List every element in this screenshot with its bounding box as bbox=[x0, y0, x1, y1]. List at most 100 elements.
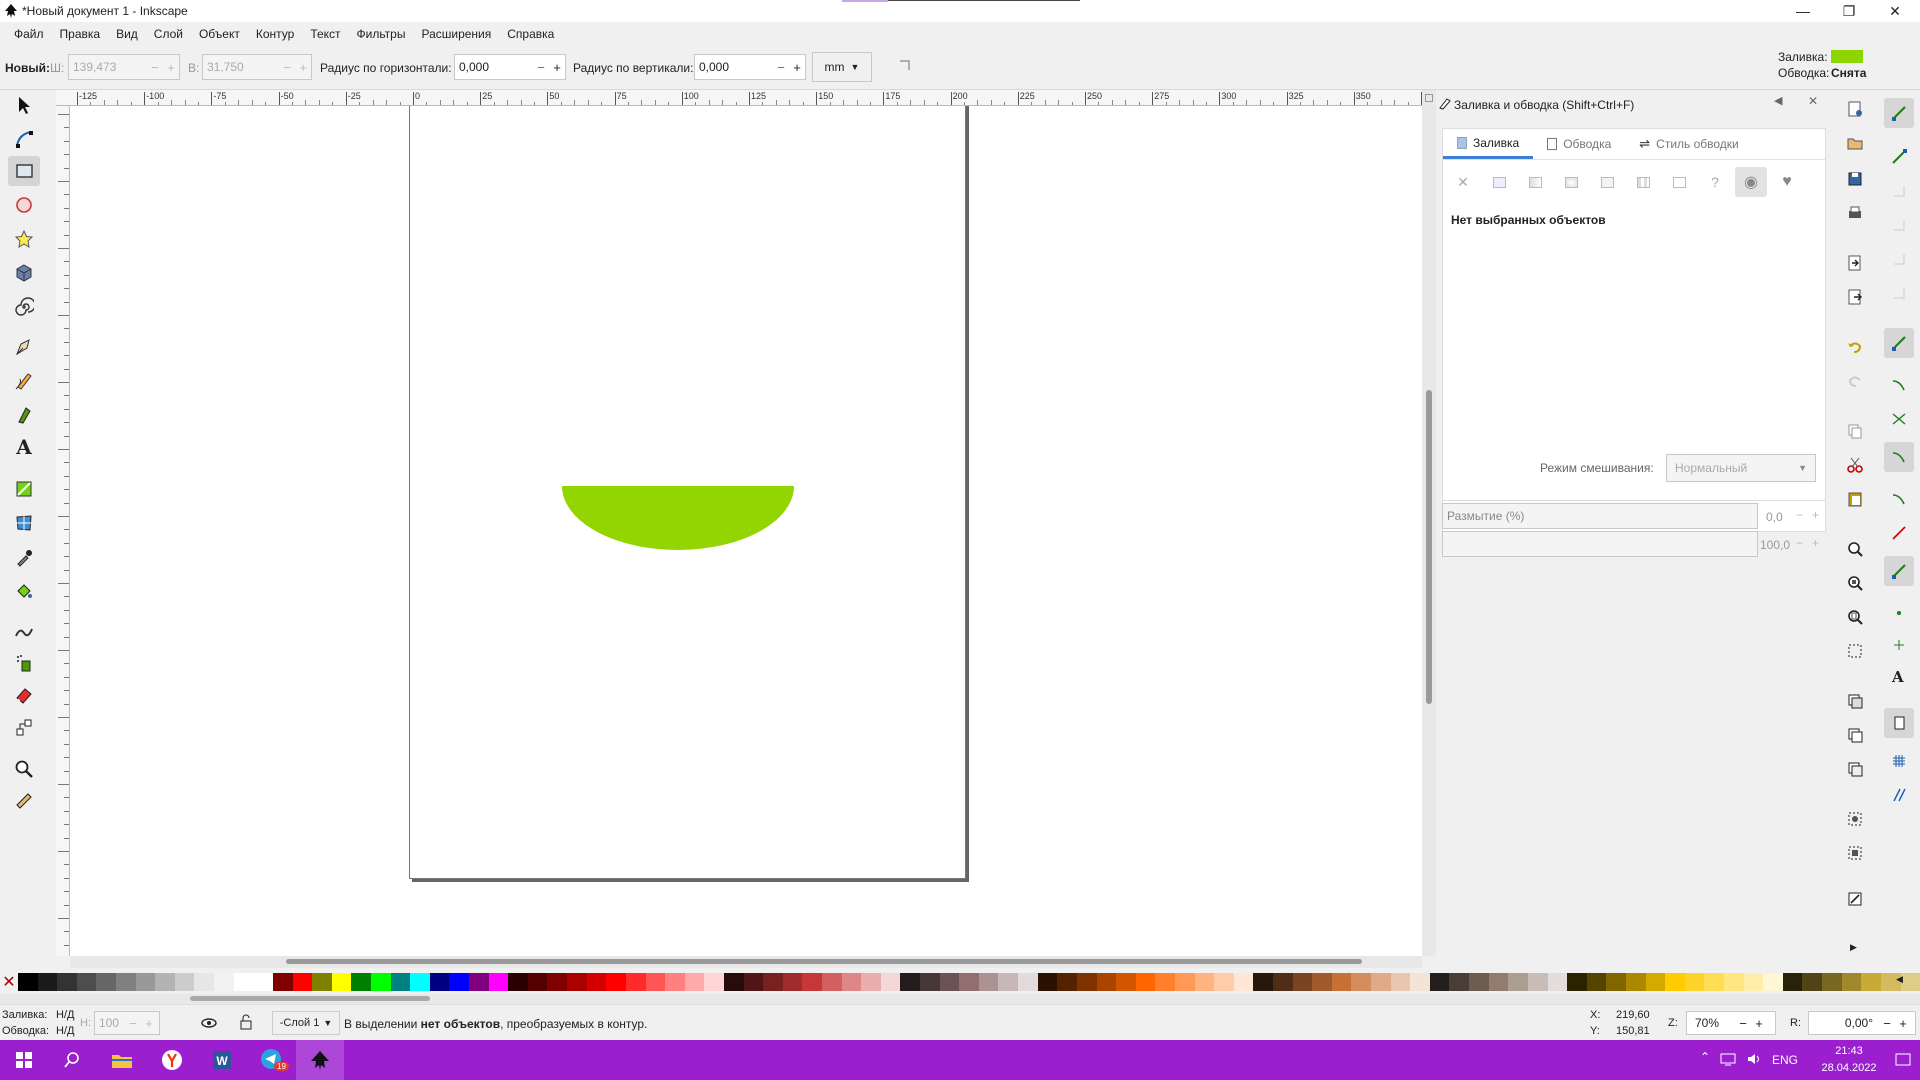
palette-swatch[interactable] bbox=[939, 973, 960, 991]
width-field[interactable]: 139,473 − + bbox=[68, 54, 180, 80]
palette-swatch[interactable] bbox=[1469, 973, 1489, 991]
menu-extensions[interactable]: Расширения bbox=[413, 22, 499, 46]
dropper-tool[interactable] bbox=[8, 542, 40, 572]
scroll-corner-icon[interactable] bbox=[1425, 94, 1433, 102]
group-icon[interactable] bbox=[1846, 810, 1864, 828]
palette-swatch[interactable] bbox=[429, 973, 450, 991]
snap-bbox-edges-icon[interactable] bbox=[1890, 182, 1908, 200]
palette-swatch[interactable] bbox=[155, 973, 175, 991]
tweak-tool[interactable] bbox=[8, 616, 40, 646]
palette-swatch[interactable] bbox=[527, 973, 548, 991]
pattern-button[interactable] bbox=[1627, 167, 1659, 197]
mesh-tool[interactable] bbox=[8, 508, 40, 538]
print-icon[interactable] bbox=[1846, 204, 1864, 222]
network-icon[interactable] bbox=[1720, 1052, 1736, 1066]
palette-swatch[interactable] bbox=[841, 973, 862, 991]
palette-swatch[interactable] bbox=[665, 973, 685, 991]
reset-corners-icon[interactable] bbox=[898, 58, 912, 72]
palette-swatch[interactable] bbox=[1351, 973, 1372, 991]
rx-field[interactable]: 0,000 − + bbox=[454, 54, 566, 80]
close-button[interactable]: ✕ bbox=[1872, 0, 1918, 22]
snap-guides-icon[interactable] bbox=[1890, 786, 1908, 804]
palette-swatch[interactable] bbox=[547, 973, 568, 991]
palette-swatch[interactable] bbox=[1174, 973, 1195, 991]
palette-menu-icon[interactable]: ◀ bbox=[1896, 974, 1903, 985]
tray-chevron-icon[interactable]: ⌃ bbox=[1700, 1050, 1710, 1064]
zoom-selection-icon[interactable] bbox=[1846, 540, 1864, 558]
palette-swatch[interactable] bbox=[1645, 973, 1666, 991]
palette-swatch[interactable] bbox=[1273, 973, 1293, 991]
palette-swatch[interactable] bbox=[449, 973, 470, 991]
notifications-icon[interactable] bbox=[1894, 1052, 1912, 1068]
calligraphy-tool[interactable] bbox=[8, 400, 40, 430]
mesh-gradient-button[interactable] bbox=[1591, 167, 1623, 197]
palette-swatch[interactable] bbox=[1116, 973, 1136, 991]
volume-icon[interactable] bbox=[1746, 1052, 1762, 1066]
palette-swatch[interactable] bbox=[469, 973, 489, 991]
tab-fill[interactable]: Заливка bbox=[1443, 129, 1534, 159]
yandex-browser-button[interactable] bbox=[148, 1040, 196, 1080]
layer-select[interactable]: -Слой 1 ▼ bbox=[272, 1011, 340, 1035]
snap-cusp-button[interactable] bbox=[1884, 442, 1914, 472]
palette-swatch[interactable] bbox=[900, 973, 921, 991]
redo-icon[interactable] bbox=[1846, 372, 1864, 390]
snap-intersections-icon[interactable] bbox=[1890, 410, 1908, 428]
minus-icon[interactable]: − bbox=[147, 60, 163, 75]
eraser-tool[interactable] bbox=[8, 680, 40, 710]
connector-tool[interactable] bbox=[8, 712, 40, 742]
palette-swatch[interactable] bbox=[704, 973, 724, 991]
tab-stroke-style[interactable]: ⇌ Стиль обводки bbox=[1625, 129, 1753, 159]
height-field[interactable]: 31,750 − + bbox=[202, 54, 312, 80]
palette-swatch[interactable] bbox=[1684, 973, 1705, 991]
palette-swatch[interactable] bbox=[1312, 973, 1332, 991]
linear-gradient-button[interactable] bbox=[1519, 167, 1551, 197]
palette-swatch[interactable] bbox=[1135, 973, 1156, 991]
palette-swatch[interactable] bbox=[76, 973, 97, 991]
palette-swatch[interactable] bbox=[1900, 973, 1920, 991]
copy-icon[interactable] bbox=[1846, 422, 1864, 440]
layer-lock-icon[interactable] bbox=[238, 1013, 254, 1031]
palette-swatch[interactable] bbox=[1567, 973, 1587, 991]
zoom-tool[interactable] bbox=[8, 754, 40, 784]
half-ellipse-path[interactable] bbox=[562, 486, 794, 550]
palette-swatch[interactable] bbox=[1586, 973, 1607, 991]
menu-help[interactable]: Справка bbox=[499, 22, 562, 46]
minus-icon[interactable]: − bbox=[1796, 508, 1803, 522]
inkscape-taskbar-button[interactable] bbox=[296, 1040, 344, 1080]
snap-object-center-icon[interactable] bbox=[1890, 604, 1908, 622]
minus-icon[interactable]: − bbox=[1735, 1016, 1751, 1031]
horizontal-scrollbar[interactable] bbox=[70, 956, 1422, 968]
blend-mode-select[interactable]: Нормальный ▼ bbox=[1666, 454, 1816, 482]
palette-swatch[interactable] bbox=[763, 973, 783, 991]
palette-swatch[interactable] bbox=[1527, 973, 1548, 991]
gradient-tool[interactable] bbox=[8, 474, 40, 504]
plus-icon[interactable]: + bbox=[1751, 1016, 1767, 1031]
zoom-drawing-icon[interactable] bbox=[1846, 574, 1864, 592]
snap-smooth-icon[interactable] bbox=[1890, 490, 1908, 508]
snap-bbox-icon[interactable] bbox=[1890, 148, 1908, 166]
flat-color-button[interactable] bbox=[1483, 167, 1515, 197]
plus-icon[interactable]: + bbox=[1895, 1016, 1911, 1031]
fill-indicator-swatch[interactable] bbox=[1831, 50, 1863, 63]
palette-swatch[interactable] bbox=[743, 973, 764, 991]
minimize-button[interactable]: — bbox=[1780, 0, 1826, 22]
palette-swatch[interactable] bbox=[135, 973, 156, 991]
restore-button[interactable]: ❐ bbox=[1826, 0, 1872, 22]
palette-swatch[interactable] bbox=[1724, 973, 1744, 991]
palette-swatch[interactable] bbox=[1449, 973, 1470, 991]
palette-swatch[interactable] bbox=[194, 973, 215, 991]
palette-scroll-thumb[interactable] bbox=[190, 996, 430, 1001]
palette-swatch[interactable] bbox=[1331, 973, 1352, 991]
word-button[interactable]: W bbox=[198, 1040, 246, 1080]
fill-rule-nonzero-button[interactable]: ♥ bbox=[1771, 167, 1803, 197]
rotation-field[interactable]: 0,00° − + bbox=[1808, 1011, 1916, 1035]
plus-icon[interactable]: + bbox=[789, 60, 805, 75]
palette-swatch[interactable] bbox=[116, 973, 136, 991]
palette-swatch[interactable] bbox=[253, 973, 273, 991]
vertical-ruler[interactable] bbox=[56, 106, 70, 956]
menu-edit[interactable]: Правка bbox=[52, 22, 109, 46]
plus-icon[interactable]: + bbox=[549, 60, 565, 75]
palette-swatch[interactable] bbox=[959, 973, 979, 991]
3dbox-tool[interactable] bbox=[8, 258, 40, 288]
palette-swatch[interactable] bbox=[1665, 973, 1685, 991]
